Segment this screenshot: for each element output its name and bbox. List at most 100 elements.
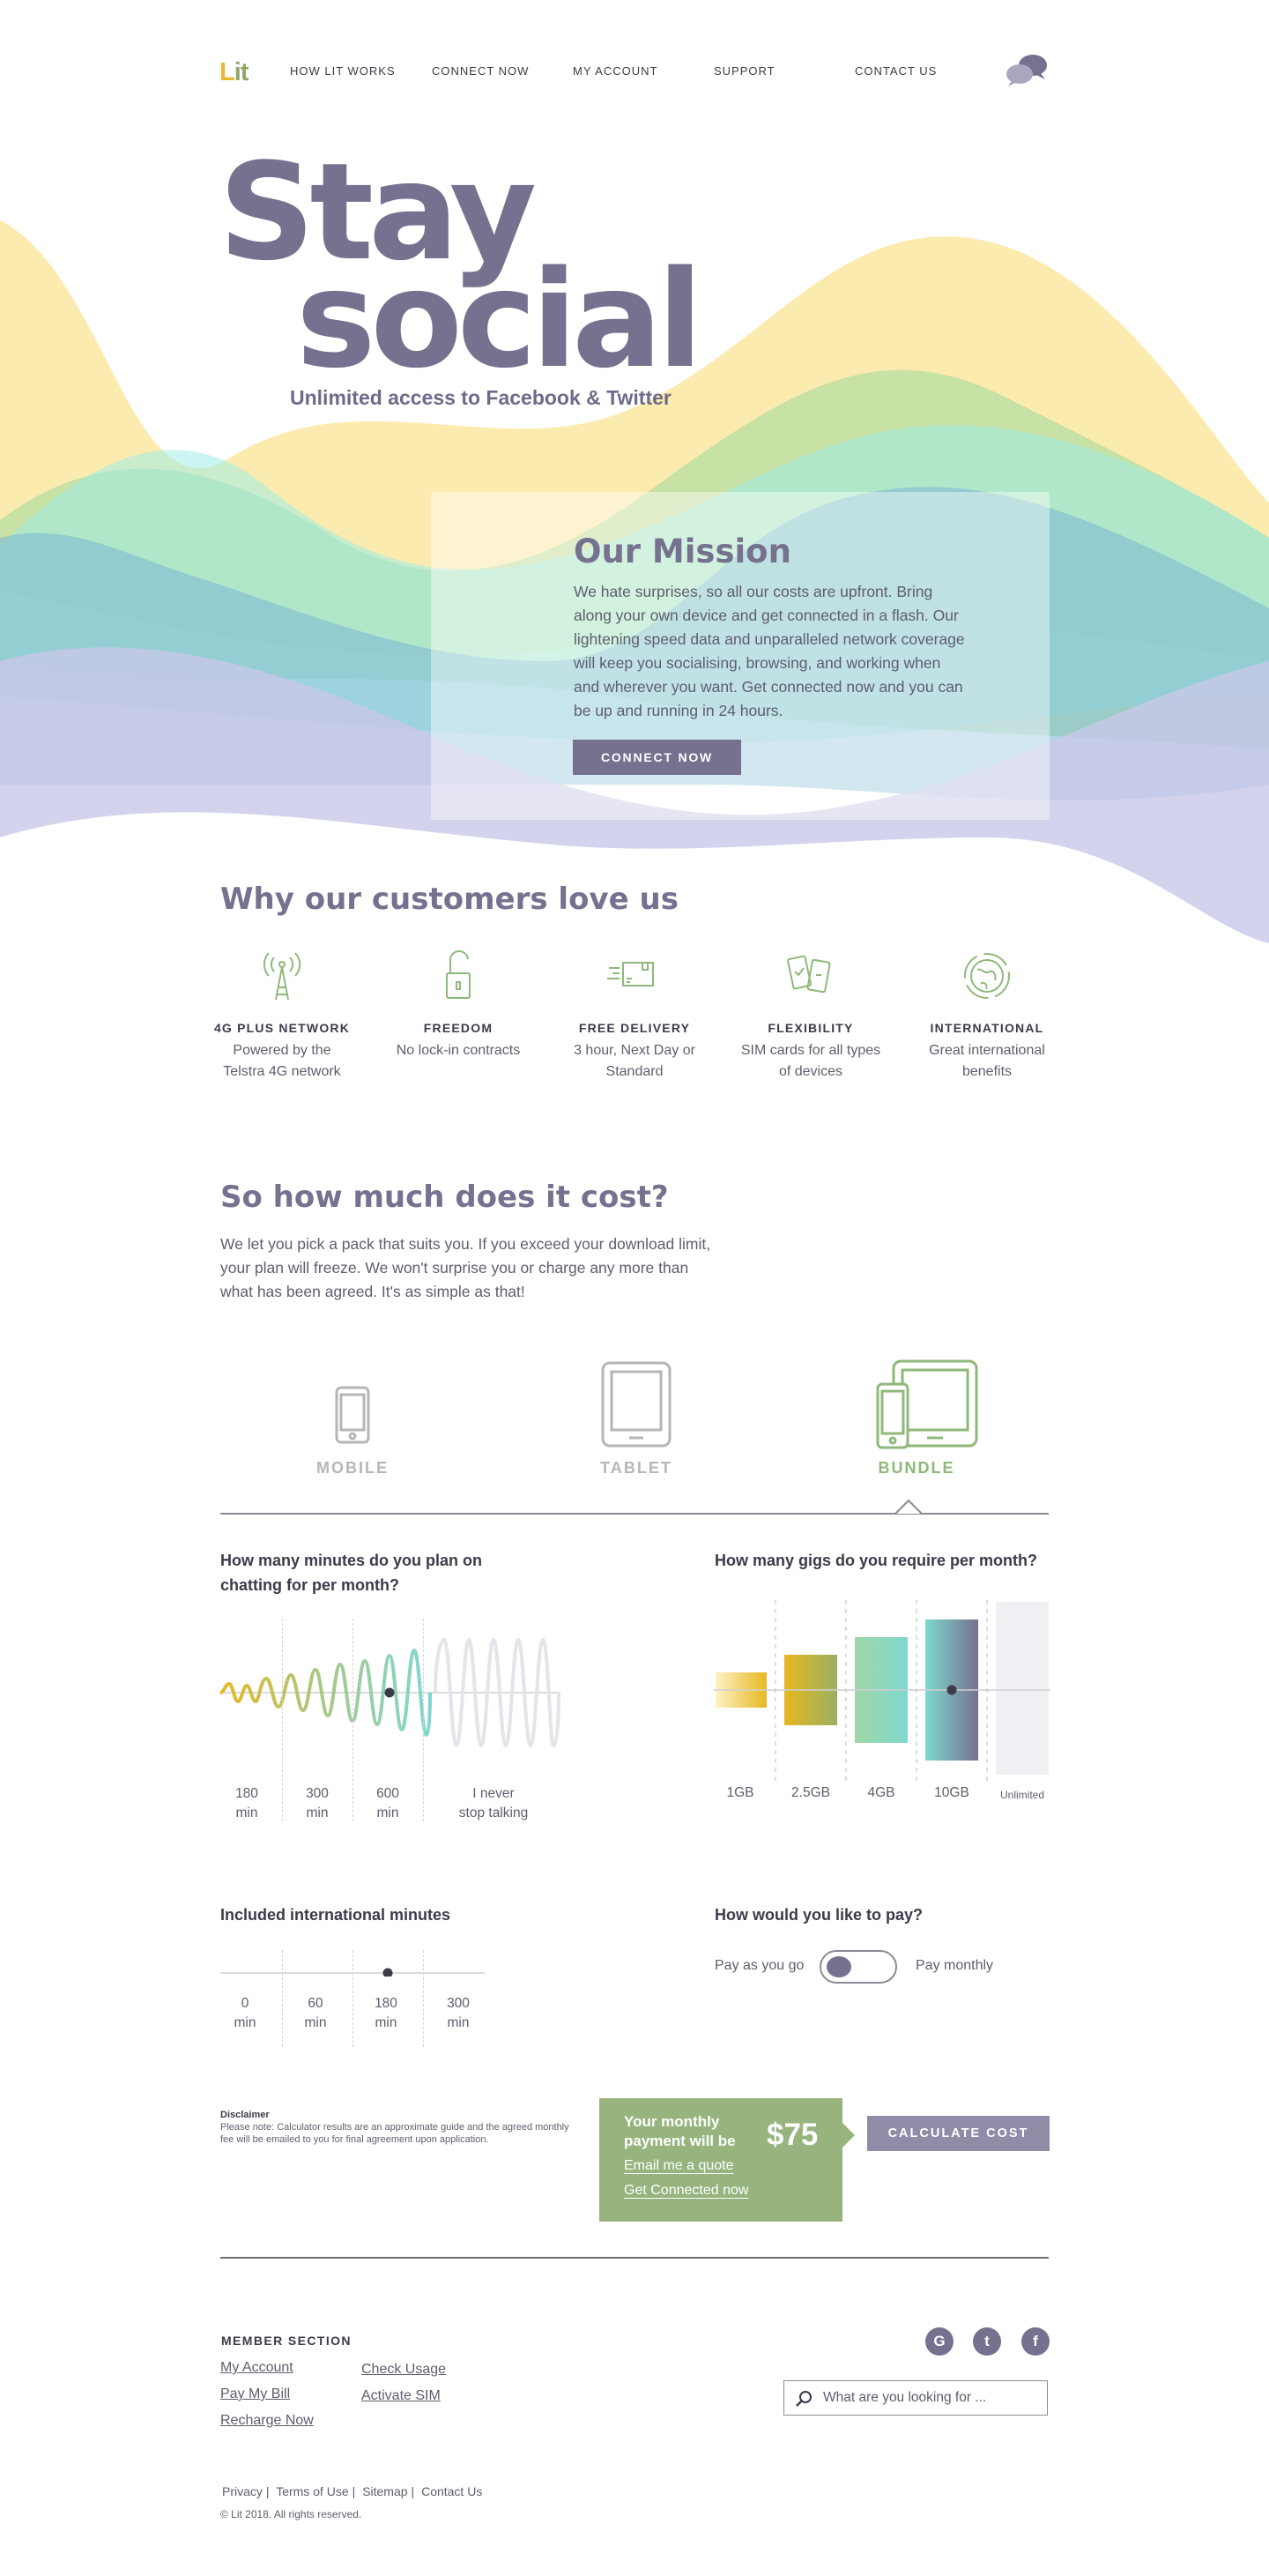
minutes-option-180[interactable]: 180 min <box>220 1784 273 1823</box>
feature-flexibility: FLEXIBILITY SIM cards for all types of d… <box>740 945 881 1083</box>
minutes-option-600[interactable]: 600 min <box>361 1784 414 1823</box>
nav-contact-us[interactable]: CONTACT US <box>855 64 937 78</box>
gigs-bar-slider[interactable] <box>714 1600 1050 1794</box>
footer-link-recharge-now[interactable]: Recharge Now <box>220 2413 314 2429</box>
bundle-icon <box>876 1359 978 1449</box>
device-tabs-underline <box>220 1513 1049 1515</box>
twitter-icon[interactable]: t <box>973 2327 1001 2356</box>
tab-bundle[interactable]: BUNDLE <box>828 1358 1005 1478</box>
delivery-box-icon <box>607 962 654 986</box>
payment-toggle[interactable] <box>820 1950 897 1984</box>
result-panel: Your monthly payment will be $75 Email m… <box>599 2098 842 2222</box>
feature-title: FREEDOM <box>423 1021 494 1035</box>
feature-title: FLEXIBILITY <box>768 1021 854 1035</box>
facebook-icon[interactable]: f <box>1021 2327 1050 2356</box>
tab-bundle-label: BUNDLE <box>878 1459 955 1477</box>
international-question: Included international minutes <box>220 1906 451 1924</box>
tab-tablet[interactable]: TABLET <box>548 1358 724 1478</box>
feature-free-delivery: FREE DELIVERY 3 hour, Next Day or Standa… <box>564 945 705 1083</box>
devices-icon <box>787 955 831 994</box>
minutes-divider <box>352 1619 353 1821</box>
tab-mobile-label: MOBILE <box>316 1459 389 1477</box>
gigs-option-2-5gb[interactable]: 2.5GB <box>784 1783 837 1803</box>
gigs-option-4gb[interactable]: 4GB <box>855 1783 908 1803</box>
minutes-divider <box>282 1619 283 1821</box>
pay-as-you-go-label[interactable]: Pay as you go <box>715 1958 804 1974</box>
international-divider <box>423 1950 424 2047</box>
tablet-icon <box>601 1361 672 1448</box>
minutes-option-unlimited[interactable]: I never stop talking <box>441 1784 546 1823</box>
mission-card: Our Mission We hate surprises, so all ou… <box>431 492 1050 820</box>
search-input[interactable] <box>823 2388 1035 2408</box>
active-tab-caret-icon <box>895 1499 922 1515</box>
feature-title: INTERNATIONAL <box>930 1021 1044 1035</box>
feature-freedom: FREEDOM No lock-in contracts <box>388 945 529 1061</box>
gigs-question: How many gigs do you require per month? <box>715 1552 1038 1569</box>
minutes-question: How many minutes do you plan on chatting… <box>220 1552 483 1594</box>
feature-desc: SIM cards for all types of devices <box>740 1043 881 1079</box>
disclaimer-title: Disclaimer <box>220 2110 270 2120</box>
member-section-title: MEMBER SECTION <box>221 2334 352 2348</box>
globe-icon <box>964 953 1010 999</box>
feature-international: INTERNATIONAL Great international benefi… <box>916 945 1058 1083</box>
result-arrow <box>842 2123 855 2148</box>
legal-link-contact[interactable]: Contact Us <box>421 2484 482 2498</box>
legal-link-sitemap[interactable]: Sitemap <box>362 2484 407 2498</box>
copyright: © Lit 2018. All rights reserved. <box>220 2508 362 2520</box>
international-option-60[interactable]: 60 min <box>291 1994 340 2033</box>
minutes-option-300[interactable]: 300 min <box>291 1784 344 1823</box>
lit-logo[interactable]: Lit <box>219 58 249 87</box>
nav-connect-now[interactable]: CONNECT NOW <box>432 64 529 78</box>
cost-description: We let you pick a pack that suits you. I… <box>220 1235 711 1300</box>
chat-bubbles-icon[interactable] <box>1005 53 1049 88</box>
international-slider[interactable] <box>220 1950 486 1977</box>
feature-desc: 3 hour, Next Day or Standard <box>574 1043 695 1079</box>
mission-body: We hate surprises, so all our costs are … <box>574 583 965 719</box>
mission-title: Our Mission <box>574 532 791 570</box>
footer-divider <box>220 2257 1049 2259</box>
feature-4g-network: 4G PLUS NETWORK Powered by the Telstra 4… <box>212 945 352 1083</box>
gigs-option-unlimited[interactable]: Unlimited <box>994 1785 1050 1805</box>
international-option-300[interactable]: 300 min <box>434 1994 483 2033</box>
international-option-0[interactable]: 0 min <box>220 1994 270 2033</box>
get-connected-link[interactable]: Get Connected now <box>624 2183 748 2199</box>
calculate-cost-button[interactable]: CALCULATE COST <box>867 2116 1050 2151</box>
mission-connect-now-button[interactable]: CONNECT NOW <box>573 740 741 775</box>
nav-how-lit-works[interactable]: HOW LIT WORKS <box>290 64 396 78</box>
international-divider <box>282 1950 283 2047</box>
gigs-option-1gb[interactable]: 1GB <box>714 1783 767 1803</box>
footer-link-check-usage[interactable]: Check Usage <box>361 2362 446 2378</box>
result-amount: $75 <box>767 2118 819 2152</box>
google-icon[interactable]: G <box>925 2327 954 2356</box>
international-divider <box>352 1950 353 2047</box>
feature-title: FREE DELIVERY <box>578 1021 691 1035</box>
toggle-knob <box>827 1956 851 1977</box>
unlocked-padlock-icon <box>446 950 471 999</box>
disclaimer-body: Please note: Calculator results are an a… <box>220 2122 569 2145</box>
love-section-title: Why our customers love us <box>220 882 679 917</box>
gigs-option-10gb[interactable]: 10GB <box>925 1783 978 1803</box>
pay-monthly-label[interactable]: Pay monthly <box>916 1958 993 1974</box>
nav-my-account[interactable]: MY ACCOUNT <box>573 64 657 78</box>
footer-link-pay-my-bill[interactable]: Pay My Bill <box>220 2386 290 2402</box>
result-label: Your monthly payment will be <box>624 2113 736 2149</box>
legal-link-terms[interactable]: Terms of Use <box>276 2484 348 2498</box>
minutes-wave-slider[interactable] <box>220 1613 564 1781</box>
tab-mobile[interactable]: MOBILE <box>264 1358 441 1478</box>
search-icon[interactable] <box>795 2389 814 2408</box>
footer-link-my-account[interactable]: My Account <box>220 2360 293 2376</box>
hero-subtitle: Unlimited access to Facebook & Twitter <box>290 386 672 409</box>
international-option-180[interactable]: 180 min <box>361 1994 411 2033</box>
hero-title: Stay social <box>219 145 703 387</box>
minutes-divider <box>423 1619 424 1821</box>
nav-support[interactable]: SUPPORT <box>714 64 776 78</box>
footer-search <box>783 2380 1048 2416</box>
feature-desc: Great international benefits <box>929 1043 1045 1079</box>
feature-title: 4G PLUS NETWORK <box>213 1021 351 1035</box>
footer-link-activate-sim[interactable]: Activate SIM <box>361 2388 441 2404</box>
feature-desc: No lock-in contracts <box>396 1043 521 1058</box>
legal-link-privacy[interactable]: Privacy <box>222 2484 263 2498</box>
email-quote-link[interactable]: Email me a quote <box>624 2158 734 2174</box>
cost-section-title: So how much does it cost? <box>220 1180 669 1215</box>
cell-tower-icon <box>263 952 301 1001</box>
